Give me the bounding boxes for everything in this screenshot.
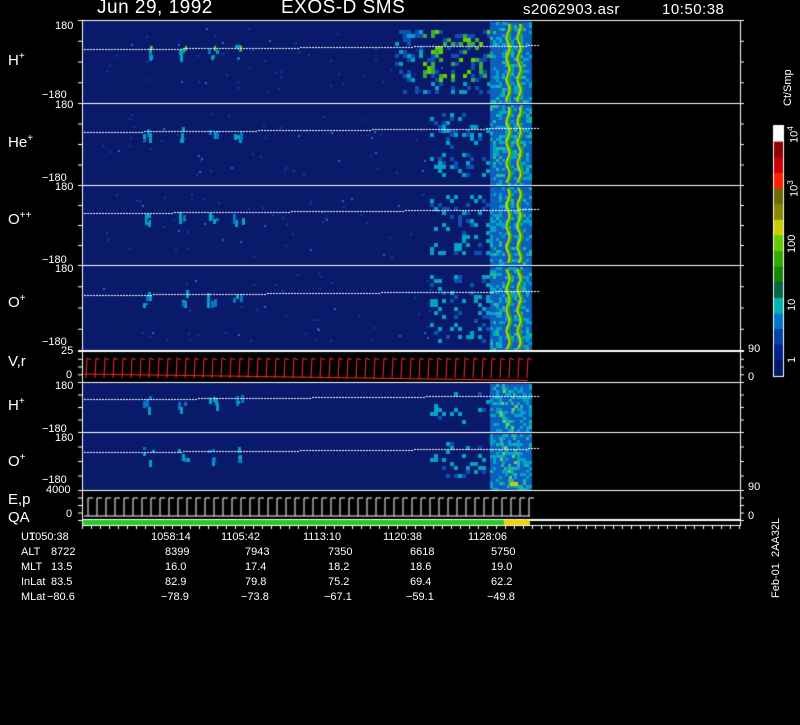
panel-label-h2: H+ [8,396,25,414]
table-row-ut: UT 1050:38 1058:14 1105:42 1113:10 1120:… [21,530,507,545]
plot-time: 10:50:38 [662,1,725,18]
y-max-o2: 180 [55,432,74,444]
panel-label-qa: QA [8,509,30,526]
cell: 83.5 [51,576,73,588]
cell: 8399 [165,546,190,558]
cell: −49.8 [487,591,515,603]
colorbar-tick-10: 10 [786,298,798,311]
cell: 75.2 [328,576,350,588]
cell: −73.8 [241,591,269,603]
table-row-mlat: MLat −80.6 −78.9 −73.8 −67.1 −59.1 −49.8 [21,590,515,605]
plot-instrument: EXOS-D SMS [281,0,406,18]
r-min-ep: 0 [748,510,755,522]
cell: −59.1 [406,591,434,603]
cell: −67.1 [324,591,352,603]
y-max-he: 180 [55,99,74,111]
colorbar-tick-1: 1 [786,356,798,363]
cell: 8722 [51,546,76,558]
panel-label-ep: E,p [8,491,31,508]
cell: −78.9 [161,591,189,603]
table-row-alt: ALT 8722 8399 7943 7350 6618 5750 [21,545,515,560]
cell: 18.2 [328,561,350,573]
colorbar-tick-1e3: 103 [786,180,800,197]
cell: 13.5 [51,561,73,573]
cell: 7943 [245,546,270,558]
cell: 1128:06 [468,531,507,543]
panel-label-opp: O++ [8,210,32,228]
cell: 7350 [328,546,353,558]
cell: 1120:38 [383,531,422,543]
colorbar-tick-100: 100 [786,234,798,253]
footer-label: Feb-01 2AA32L [770,517,782,598]
cell: 1105:42 [221,531,260,543]
row-label: ALT [21,546,41,558]
plot-date: Jun 29, 1992 [97,0,213,18]
r-max-vr: 90 [748,343,761,355]
colorbar-title: Ct/Smp [782,69,794,106]
plot-file: s2062903.asr [523,1,620,18]
cell: 16.0 [165,561,187,573]
y-max-o: 180 [55,263,74,275]
colorbar-tick-1e4: 104 [786,126,800,143]
cell: 17.4 [245,561,267,573]
r-min-vr: 0 [748,371,755,383]
row-label: InLat [21,576,46,588]
row-label: MLat [21,591,46,603]
r-max-ep: 90 [748,481,761,493]
panel-label-h: H+ [8,51,25,69]
cell: −80.6 [47,591,75,603]
cell: 19.0 [491,561,513,573]
panel-label-o2: O+ [8,452,26,470]
panel-label-vr: V,r [8,353,26,370]
cell: 6618 [410,546,435,558]
cell: 82.9 [165,576,187,588]
panel-label-o: O+ [8,293,26,311]
cell: 18.6 [410,561,432,573]
cell: 62.2 [491,576,513,588]
cell: 5750 [491,546,516,558]
cell: 79.8 [245,576,267,588]
cell: 1113:10 [303,531,342,543]
table-row-inlat: InLat 83.5 82.9 79.8 75.2 69.4 62.2 [21,575,512,590]
y-max-ep: 4000 [46,484,71,496]
cell: 1058:14 [151,531,191,543]
y-max-vr: 25 [61,345,74,357]
y-min-ep: 0 [66,508,73,520]
row-label: MLT [21,561,43,573]
cell: 1050:38 [29,531,69,543]
table-row-mlt: MLT 13.5 16.0 17.4 18.2 18.6 19.0 [21,560,512,575]
panel-label-he: He+ [8,133,34,151]
cell: 69.4 [410,576,432,588]
y-max-h2: 180 [55,380,74,392]
y-max-opp: 180 [55,181,74,193]
y-max-h: 180 [55,20,74,32]
spectrogram-canvas [0,0,800,600]
ephemeris-table: UT 1050:38 1058:14 1105:42 1113:10 1120:… [21,530,515,605]
